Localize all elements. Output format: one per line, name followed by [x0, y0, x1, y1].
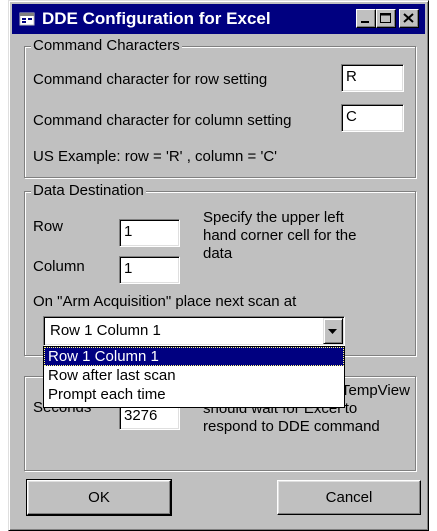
dde-config-dialog: DDE Configuration for Excel Command Char… [8, 0, 429, 531]
column-command-label: Command character for column setting [33, 112, 292, 129]
app-icon [19, 12, 35, 26]
scan-placement-selected-value[interactable]: Row 1 Column 1 [43, 316, 345, 346]
data-destination-group-label: Data Destination [31, 182, 146, 200]
cancel-button[interactable]: Cancel [277, 480, 421, 515]
close-icon [403, 13, 414, 23]
us-example-text: US Example: row = 'R' , column = 'C' [33, 148, 278, 165]
option-prompt-each-time[interactable]: Prompt each time [44, 385, 344, 404]
window-title: DDE Configuration for Excel [42, 9, 271, 28]
destination-help-line-2: hand corner cell for the [203, 227, 357, 244]
minimize-button[interactable] [356, 9, 376, 28]
option-row-after-last-scan[interactable]: Row after last scan [44, 366, 344, 385]
timeout-help-line-3: respond to DDE command [203, 418, 380, 435]
dropdown-toggle-button[interactable] [323, 318, 343, 344]
close-button[interactable] [399, 9, 419, 28]
timeout-help-line-1: TempView [341, 382, 410, 399]
arm-acquisition-label: On "Arm Acquisition" place next scan at [33, 293, 297, 310]
seconds-input[interactable]: 3276 [119, 405, 180, 430]
ok-button[interactable]: OK [26, 479, 172, 516]
option-row1-column1[interactable]: Row 1 Column 1 [44, 347, 344, 366]
column-command-input[interactable]: C [341, 104, 404, 132]
destination-help-line-3: data [203, 245, 233, 262]
destination-row-input[interactable]: 1 [119, 219, 180, 247]
minimize-icon [361, 21, 369, 23]
destination-row-label: Row [33, 218, 64, 235]
destination-help-line-1: Specify the upper left [203, 209, 344, 226]
command-characters-group-label: Command Characters [31, 37, 182, 55]
maximize-icon [380, 13, 391, 23]
chevron-down-icon [328, 329, 337, 334]
scan-placement-dropdown[interactable]: Row 1 Column 1 [43, 316, 345, 346]
destination-column-input[interactable]: 1 [119, 256, 180, 284]
row-command-label: Command character for row setting [33, 71, 268, 88]
title-bar[interactable]: DDE Configuration for Excel [12, 4, 425, 34]
destination-column-label: Column [33, 258, 85, 275]
row-command-input[interactable]: R [341, 64, 404, 92]
scan-placement-options-list[interactable]: Row 1 Column 1 Row after last scan Promp… [43, 346, 345, 408]
maximize-button[interactable] [376, 9, 396, 28]
